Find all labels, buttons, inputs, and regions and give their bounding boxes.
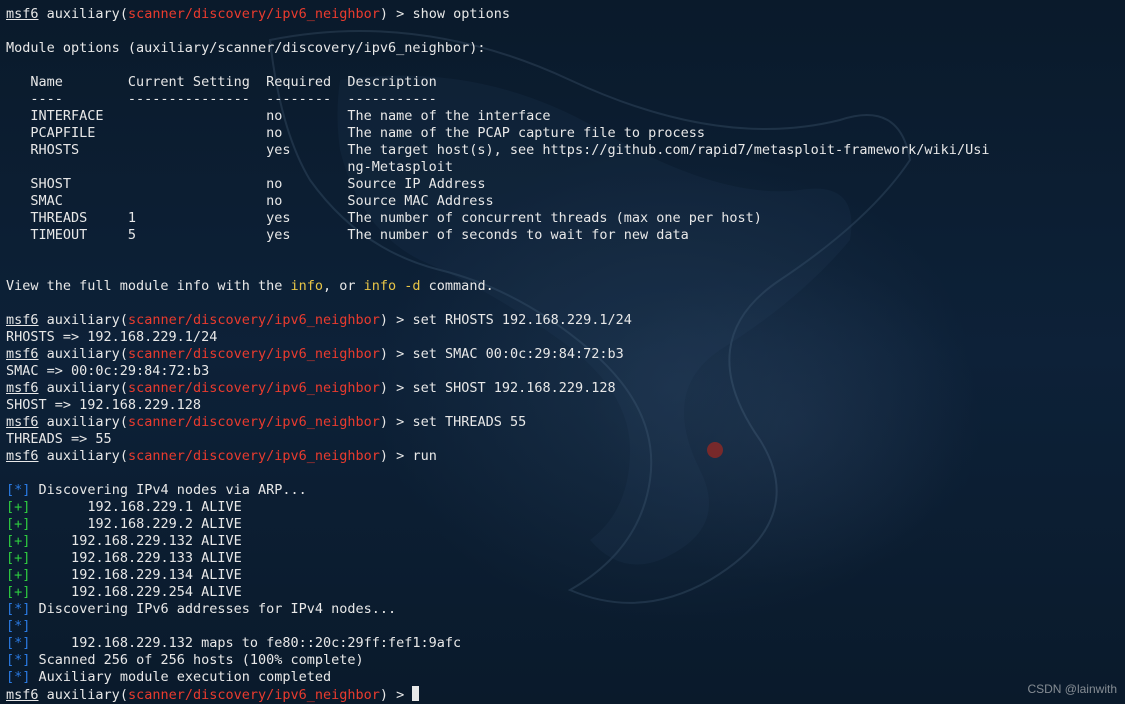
prompt-prefix: msf6	[6, 6, 39, 22]
command-set-smac: set SMAC 00:0c:29:84:72:b3	[412, 346, 623, 362]
status-discover-ipv4: Discovering IPv4 nodes via ARP...	[30, 482, 306, 498]
command-show-options: show options	[412, 6, 510, 22]
status-alive: 192.168.229.132 ALIVE	[30, 533, 241, 549]
prompt-auxiliary: auxiliary	[47, 6, 120, 22]
command-set-threads: set THREADS 55	[412, 414, 526, 430]
status-completed: Auxiliary module execution completed	[30, 669, 331, 685]
terminal-cursor[interactable]	[412, 686, 419, 701]
status-plus: [+]	[6, 499, 30, 515]
module-options-header: Module options (auxiliary/scanner/discov…	[6, 40, 486, 56]
status-maps: 192.168.229.132 maps to fe80::20c:29ff:f…	[30, 635, 461, 651]
status-star: [*]	[6, 482, 30, 498]
echo-smac: SMAC => 00:0c:29:84:72:b3	[6, 363, 209, 379]
echo-threads: THREADS => 55	[6, 431, 112, 447]
status-discover-ipv6: Discovering IPv6 addresses for IPv4 node…	[30, 601, 396, 617]
info-link: info	[290, 278, 323, 294]
watermark: CSDN @lainwith	[1027, 681, 1117, 698]
command-run: run	[412, 448, 436, 464]
command-set-shost: set SHOST 192.168.229.128	[412, 380, 615, 396]
status-alive: 192.168.229.134 ALIVE	[30, 567, 241, 583]
status-alive: 192.168.229.254 ALIVE	[30, 584, 241, 600]
prompt-module: scanner/discovery/ipv6_neighbor	[128, 6, 380, 22]
info-d-link: info -d	[364, 278, 421, 294]
options-table: Name Current Setting Required Descriptio…	[6, 74, 1119, 244]
status-alive: 192.168.229.133 ALIVE	[30, 550, 241, 566]
echo-shost: SHOST => 192.168.229.128	[6, 397, 201, 413]
echo-rhosts: RHOSTS => 192.168.229.1/24	[6, 329, 217, 345]
command-set-rhosts: set RHOSTS 192.168.229.1/24	[412, 312, 631, 328]
status-alive: 192.168.229.1 ALIVE	[30, 499, 241, 515]
status-alive: 192.168.229.2 ALIVE	[30, 516, 241, 532]
status-scanned: Scanned 256 of 256 hosts (100% complete)	[30, 652, 363, 668]
terminal-output[interactable]: msf6 auxiliary(scanner/discovery/ipv6_ne…	[0, 0, 1125, 704]
